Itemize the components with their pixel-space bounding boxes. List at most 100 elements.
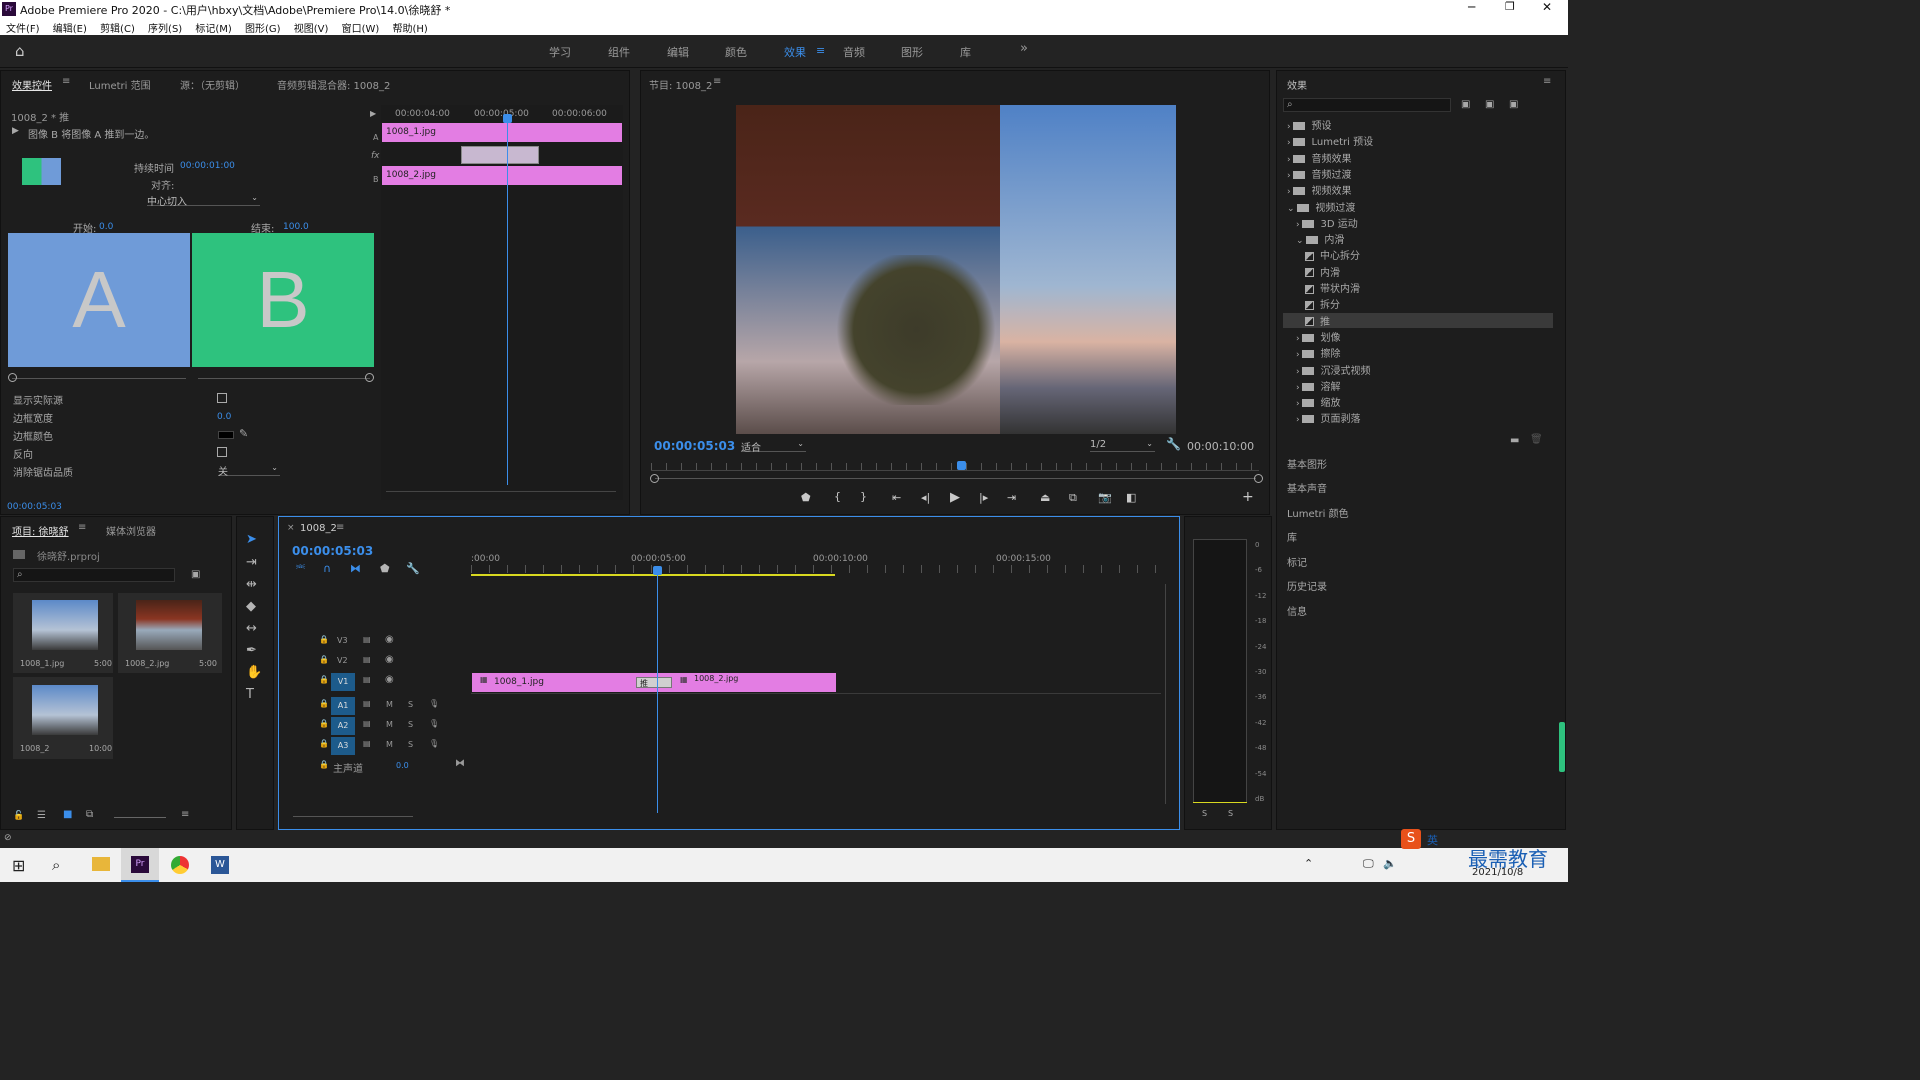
mini-clip-b[interactable]: 1008_2.jpg [382, 166, 622, 185]
comparison-view-icon[interactable]: ◧ [1126, 491, 1136, 504]
lock-icon[interactable]: 🔒 [319, 699, 329, 708]
timeline-settings-icon[interactable]: 🔧 [406, 562, 420, 575]
icon-view-icon[interactable]: ■ [63, 809, 72, 820]
effects-tree-item[interactable]: › 沉浸式视频 [1283, 362, 1553, 377]
start-slider[interactable] [12, 378, 186, 379]
border-color-swatch[interactable] [218, 431, 234, 439]
effects-tree-item[interactable]: 中心拆分 [1283, 247, 1553, 262]
file-explorer-icon[interactable] [92, 857, 110, 871]
list-view-icon[interactable]: ☰ [37, 810, 46, 821]
step-forward-icon[interactable]: |▸ [979, 491, 988, 504]
workspace-menu-icon[interactable]: ≡ [816, 44, 825, 57]
go-to-out-icon[interactable]: ⇥ [1007, 491, 1016, 504]
section-history[interactable]: 历史记录 [1287, 578, 1327, 593]
effects-tree-item[interactable]: › 擦除 [1283, 345, 1553, 360]
delete-icon[interactable]: 🗑 [1530, 434, 1543, 445]
meter-solo-left[interactable]: S [1202, 809, 1207, 818]
chrome-icon[interactable] [171, 856, 189, 874]
track-target-a1[interactable]: A1 [331, 697, 355, 715]
effect-controls-timecode[interactable]: 00:00:05:03 [7, 502, 62, 512]
maximize-button[interactable]: ❐ [1505, 0, 1515, 13]
end-value[interactable]: 100.0 [283, 222, 309, 232]
tab-sequence[interactable]: 1008_2 [300, 523, 337, 534]
ime-language[interactable]: 英 [1427, 832, 1438, 848]
word-icon[interactable]: W [211, 856, 229, 874]
project-item-3[interactable]: 1008_2 10:00 [13, 677, 113, 759]
program-zoom-bar[interactable] [655, 478, 1256, 479]
lock-icon[interactable]: 🔒 [319, 675, 329, 684]
effects-tree-item[interactable]: › 视频效果 [1283, 182, 1553, 197]
hand-tool-icon[interactable]: ✋ [246, 665, 262, 680]
button-editor-icon[interactable]: + [1242, 489, 1254, 505]
effects-tree-item[interactable]: › 音频过渡 [1283, 166, 1553, 181]
align-dropdown[interactable]: 中心切入 ⌄ [147, 193, 260, 208]
lock-icon[interactable]: 🔒 [319, 635, 329, 644]
workspace-effects[interactable]: 效果 [784, 44, 806, 60]
more-workspaces-icon[interactable]: » [1020, 41, 1028, 56]
add-marker-icon[interactable]: ⬟ [380, 562, 390, 575]
lock-icon[interactable]: 🔒 [319, 760, 329, 769]
effects-tree-item[interactable]: ⌄ 内滑 [1283, 231, 1553, 246]
mute-button[interactable]: M [386, 700, 393, 709]
anti-aliasing-dropdown[interactable]: 关 ⌄ [218, 463, 280, 478]
mini-scrollbar[interactable] [386, 491, 616, 492]
search-icon[interactable]: ⌕ [52, 856, 60, 874]
sync-lock-icon[interactable]: ▤ [363, 635, 371, 644]
menu-sequence[interactable]: 序列(S) [148, 24, 182, 35]
solo-button[interactable]: S [408, 700, 413, 709]
section-info[interactable]: 信息 [1287, 603, 1307, 618]
effects-tree-item[interactable]: › 预设 [1283, 117, 1553, 132]
panel-menu-icon[interactable]: ≡ [336, 522, 344, 533]
menu-view[interactable]: 视图(V) [294, 24, 329, 35]
lock-icon[interactable]: 🔒 [319, 739, 329, 748]
mini-transition[interactable] [461, 146, 539, 164]
mic-icon[interactable]: 🎙 [429, 719, 439, 728]
workspace-learn[interactable]: 学习 [549, 44, 571, 60]
menu-help[interactable]: 帮助(H) [393, 24, 428, 35]
extract-icon[interactable]: ⧉ [1069, 491, 1077, 505]
track-target-v1[interactable]: V1 [331, 673, 355, 691]
timeline-playhead[interactable] [657, 569, 658, 813]
sync-lock-icon[interactable]: ▤ [363, 699, 371, 708]
tray-arrow-icon[interactable]: ⌃ [1304, 857, 1313, 870]
slip-tool-icon[interactable]: ↔ [246, 621, 257, 636]
solo-button[interactable]: S [408, 740, 413, 749]
effects-tree-item[interactable]: › 溶解 [1283, 378, 1553, 393]
tab-media-browser[interactable]: 媒体浏览器 [106, 523, 156, 538]
nest-icon[interactable]: ⎃ [296, 562, 305, 576]
lift-icon[interactable]: ⏏ [1040, 491, 1050, 504]
workspace-graphics[interactable]: 图形 [901, 44, 923, 60]
go-to-in-icon[interactable]: ⇤ [892, 491, 901, 504]
lock-icon[interactable]: 🔒 [319, 719, 329, 728]
play-transition-icon[interactable]: ▶ [12, 126, 19, 136]
go-to-start-icon[interactable]: ⧓ [455, 758, 465, 769]
lock-icon[interactable]: 🔓 [13, 811, 24, 821]
close-sequence-icon[interactable]: × [287, 523, 295, 533]
ripple-edit-tool-icon[interactable]: ⇹ [246, 577, 257, 592]
workspace-assembly[interactable]: 组件 [608, 44, 630, 60]
workspace-libraries[interactable]: 库 [960, 44, 971, 60]
selection-tool-icon[interactable]: ➤ [246, 532, 257, 547]
tab-source[interactable]: 源：（无剪辑） [180, 77, 245, 92]
close-button[interactable]: ✕ [1542, 0, 1552, 14]
timeline-playhead-handle[interactable] [653, 566, 662, 575]
export-frame-icon[interactable]: 📷 [1098, 491, 1112, 504]
timeline-ruler[interactable] [471, 565, 1161, 573]
eyedropper-icon[interactable]: ✎ [239, 427, 248, 440]
menu-markers[interactable]: 标记(M) [195, 24, 231, 35]
show-actual-sources-checkbox[interactable] [217, 393, 227, 403]
panel-menu-icon[interactable]: ≡ [78, 522, 86, 533]
volume-icon[interactable]: 🔈 [1383, 857, 1397, 870]
mini-playhead-handle[interactable] [503, 114, 512, 123]
tab-lumetri-scopes[interactable]: Lumetri 范围 [89, 77, 151, 92]
section-markers[interactable]: 标记 [1287, 554, 1307, 569]
snap-icon[interactable]: ∩ [323, 562, 331, 575]
razor-tool-icon[interactable]: ◆ [246, 599, 256, 614]
panel-menu-icon[interactable]: ≡ [62, 76, 70, 87]
project-item-1[interactable]: 1008_1.jpg 5:00 [13, 593, 113, 673]
effects-tree-item[interactable]: 内滑 [1283, 264, 1553, 279]
project-item-2[interactable]: 1008_2.jpg 5:00 [118, 593, 222, 673]
master-volume[interactable]: 0.0 [396, 761, 409, 770]
timeline-transition[interactable]: 推 [636, 677, 672, 688]
menu-file[interactable]: 文件(F) [6, 24, 40, 35]
